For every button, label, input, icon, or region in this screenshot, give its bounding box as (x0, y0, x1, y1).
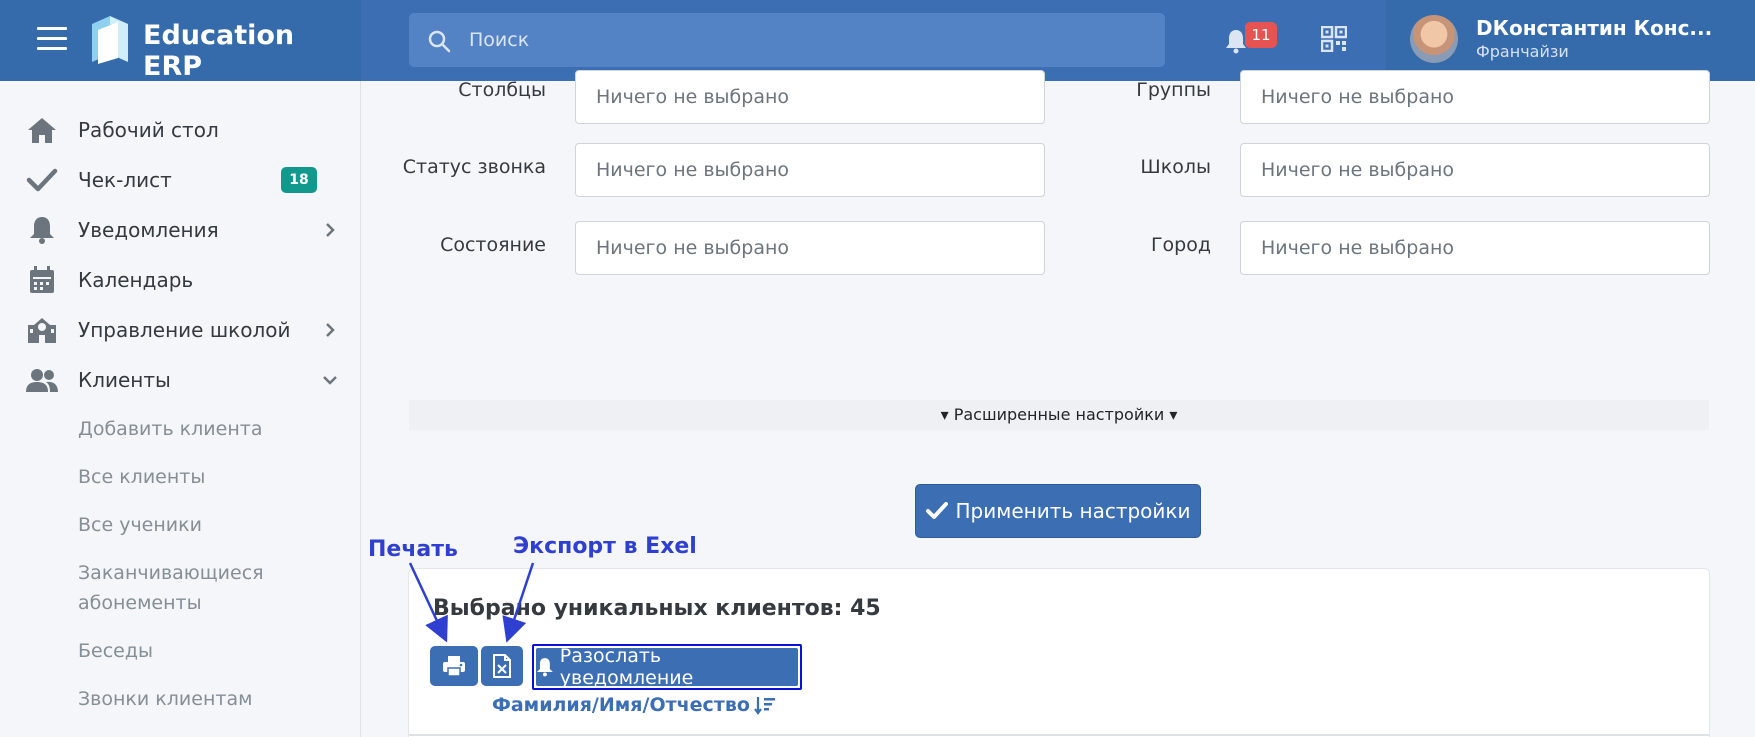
filter-label-city: Город (1150, 234, 1211, 256)
sidebar-item-desktop[interactable]: Рабочий стол (0, 108, 361, 152)
filter-select-call-status[interactable]: Ничего не выбрано (575, 143, 1045, 197)
table-border (409, 734, 1709, 736)
apply-settings-button[interactable]: Применить настройки (915, 484, 1201, 538)
filter-select-schools[interactable]: Ничего не выбрано (1240, 143, 1710, 197)
filter-label-call-status: Статус звонка (402, 156, 546, 178)
search-input[interactable] (469, 13, 1149, 67)
chevron-right-icon (326, 223, 335, 237)
filter-label-schools: Школы (1140, 156, 1211, 178)
export-excel-button[interactable] (481, 646, 523, 686)
menu-icon[interactable] (37, 27, 67, 51)
search-icon (428, 30, 451, 53)
results-card: Выбрано уникальных клиентов: 45 Разослат… (408, 568, 1710, 737)
filter-label-state: Состояние (440, 234, 546, 256)
checklist-badge: 18 (281, 167, 317, 193)
sort-by-fullname-header[interactable]: Фамилия/Имя/Отчество (492, 694, 776, 716)
bell-icon (536, 658, 553, 677)
printer-icon (443, 656, 465, 677)
check-icon (925, 502, 948, 519)
brand-area: Education ERP (0, 0, 361, 82)
sidebar-subitem-chats[interactable]: Беседы (78, 636, 153, 666)
caret-down-icon: ▾ (1169, 405, 1178, 424)
filter-select-city[interactable]: Ничего не выбрано (1240, 221, 1710, 275)
file-excel-icon (493, 654, 511, 678)
filter-label-columns: Столбцы (458, 79, 546, 101)
send-notification-label: Разослать уведомление (559, 645, 694, 689)
sidebar-subitem-add-client[interactable]: Добавить клиента (78, 414, 262, 444)
sidebar-item-label: Календарь (78, 268, 194, 292)
sidebar-subitem-all-students[interactable]: Все ученики (78, 510, 202, 540)
sidebar-item-notifications[interactable]: Уведомления (0, 208, 361, 252)
user-name: DКонстантин Конс... (1476, 16, 1713, 40)
bell-icon (30, 217, 54, 244)
sidebar-subitem-expiring-subscriptions[interactable]: Заканчивающиеся абонементы (78, 558, 298, 618)
logo-icon (92, 16, 128, 64)
send-notification-button-frame: Разослать уведомление (532, 644, 802, 690)
school-icon (28, 318, 56, 343)
sidebar-item-label: Рабочий стол (78, 118, 219, 142)
user-menu[interactable]: DКонстантин Конс... Франчайзи (1386, 0, 1755, 81)
sidebar-item-label: Управление школой (78, 318, 291, 342)
filter-select-columns[interactable]: Ничего не выбрано (575, 70, 1045, 124)
annotation-export: Экспорт в Exel (513, 534, 697, 559)
sidebar-subitem-client-calls[interactable]: Звонки клиентам (78, 684, 252, 714)
sidebar: Рабочий стол Чек-лист 18 Уведомления Кал… (0, 81, 361, 737)
calendar-icon (30, 266, 54, 293)
qr-code-icon[interactable] (1321, 26, 1347, 52)
chevron-right-icon (326, 323, 335, 337)
user-role: Франчайзи (1476, 42, 1569, 61)
sidebar-item-checklist[interactable]: Чек-лист 18 (0, 158, 361, 202)
sort-amount-down-icon (754, 697, 775, 715)
advanced-settings-toggle[interactable]: ▾ Расширенные настройки ▾ (409, 400, 1709, 430)
notifications-badge: 11 (1245, 22, 1277, 48)
users-icon (26, 369, 58, 392)
sidebar-item-clients[interactable]: Клиенты (0, 358, 361, 402)
filter-select-state[interactable]: Ничего не выбрано (575, 221, 1045, 275)
main-content: Столбцы Ничего не выбрано Статус звонка … (361, 70, 1755, 737)
home-icon (28, 118, 56, 143)
check-icon (26, 168, 58, 192)
brand-title[interactable]: Education ERP (143, 20, 361, 82)
sidebar-item-label: Клиенты (78, 368, 171, 392)
sort-column-label: Фамилия/Имя/Отчество (492, 694, 750, 716)
caret-down-icon: ▾ (940, 405, 949, 424)
sidebar-item-label: Чек-лист (78, 168, 172, 192)
search-bar[interactable] (409, 13, 1165, 67)
chevron-down-icon (323, 376, 337, 385)
apply-settings-label: Применить настройки (955, 499, 1191, 523)
send-notification-button[interactable]: Разослать уведомление (536, 645, 798, 689)
filter-select-groups[interactable]: Ничего не выбрано (1240, 70, 1710, 124)
top-navbar: Education ERP 11 DКонстантин Конс... Фра… (0, 0, 1755, 82)
print-button[interactable] (430, 646, 478, 686)
advanced-settings-label: Расширенные настройки (953, 405, 1165, 424)
annotation-print: Печать (368, 537, 458, 562)
unique-clients-count: Выбрано уникальных клиентов: 45 (433, 596, 881, 621)
sidebar-subitem-all-clients[interactable]: Все клиенты (78, 462, 205, 492)
filter-label-groups: Группы (1136, 79, 1211, 101)
sidebar-item-label: Уведомления (78, 218, 219, 242)
sidebar-item-calendar[interactable]: Календарь (0, 258, 361, 302)
avatar[interactable] (1410, 15, 1458, 63)
sidebar-item-school-management[interactable]: Управление школой (0, 308, 361, 352)
